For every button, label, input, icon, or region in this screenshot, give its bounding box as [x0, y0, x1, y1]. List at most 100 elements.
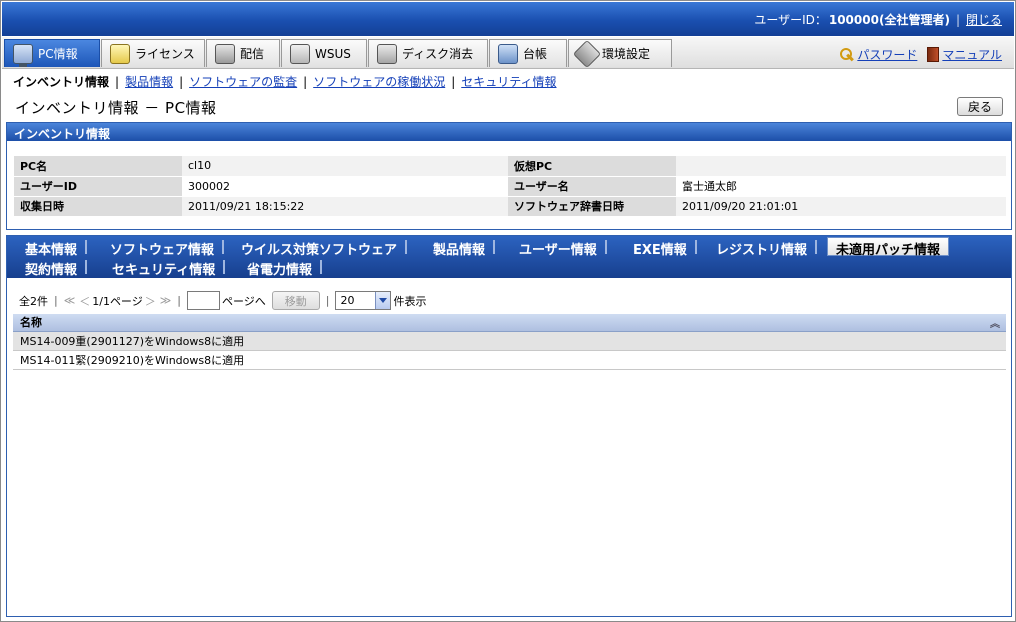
subnav-security-info[interactable]: セキュリティ情報: [461, 73, 556, 90]
separator: |: [54, 294, 58, 307]
per-page-value: 20: [340, 294, 355, 307]
table-row[interactable]: MS14-009重(2901127)をWindows8に適用: [13, 331, 1006, 351]
table-header-row: 名称 ︽: [13, 314, 1006, 332]
tab-divider: [222, 240, 225, 254]
distribution-icon: [215, 43, 235, 64]
menu-right-links: パスワード マニュアル: [840, 46, 1002, 63]
column-header-name[interactable]: 名称 ︽: [13, 314, 1006, 332]
tab-divider: [85, 240, 88, 254]
back-button[interactable]: 戻る: [957, 97, 1003, 116]
goto-page-input[interactable]: [186, 291, 220, 310]
main-menu-bar: PC情報 ライセンス 配信 WSUS ディスク消去 台帳 環境設定 パスワード: [2, 37, 1014, 69]
tab-software-info[interactable]: ソフトウェア情報: [102, 238, 225, 258]
tab-basic-info[interactable]: 基本情報: [17, 238, 88, 258]
user-id-label: ユーザーID：: [754, 13, 827, 27]
menu-tab-license[interactable]: ライセンス: [101, 39, 205, 67]
tab-user-info[interactable]: ユーザー情報: [511, 238, 607, 258]
info-label: ユーザーID: [14, 176, 182, 197]
tab-security-info[interactable]: セキュリティ情報: [104, 258, 226, 278]
application-window: ユーザーID： 100000(全社管理者) | 閉じる PC情報 ライセンス 配…: [0, 0, 1016, 622]
menu-tab-distribution[interactable]: 配信: [206, 39, 280, 67]
sub-navigation: インベントリ情報 | 製品情報 | ソフトウェアの監査 | ソフトウェアの稼働状…: [13, 73, 557, 90]
info-label: ソフトウェア辞書日時: [508, 196, 676, 217]
separator: |: [115, 74, 120, 89]
subnav-software-usage[interactable]: ソフトウェアの稼働状況: [313, 73, 445, 90]
tab-divider: [320, 260, 323, 274]
tab-divider: [815, 240, 818, 254]
tab-label: 基本情報: [25, 243, 78, 258]
info-value: 2011/09/21 18:15:22: [182, 196, 508, 217]
prev-page-icon[interactable]: ＜: [79, 293, 90, 309]
per-page-select[interactable]: 20: [335, 291, 392, 310]
menu-tab-label: ディスク消去: [402, 47, 474, 61]
menu-tab-label: 環境設定: [602, 47, 651, 61]
close-link[interactable]: 閉じる: [966, 11, 1002, 28]
table-row[interactable]: MS14-011緊(2909210)をWindows8に適用: [13, 350, 1006, 370]
tab-power-saving-info[interactable]: 省電力情報: [239, 258, 323, 278]
menu-tab-label: 配信: [240, 47, 265, 61]
separator: |: [955, 12, 960, 27]
info-label: ユーザー名: [508, 176, 676, 197]
menu-tab-disk-erase[interactable]: ディスク消去: [368, 39, 488, 67]
subnav-current: インベントリ情報: [13, 75, 110, 89]
info-label: 収集日時: [14, 196, 182, 217]
info-row: ユーザーID 300002 ユーザー名 富士通太郎: [14, 176, 1006, 197]
separator: |: [451, 74, 456, 89]
menu-tab-label: WSUS: [315, 46, 351, 61]
menu-tab-label: ライセンス: [135, 47, 195, 61]
tab-product-info[interactable]: 製品情報: [425, 238, 496, 258]
manual-link[interactable]: マニュアル: [942, 46, 1002, 63]
inventory-panel-header: インベントリ情報: [7, 123, 1011, 141]
tab-label: 契約情報: [25, 263, 78, 278]
tab-unapplied-patch-info[interactable]: 未適用パッチ情報: [827, 237, 950, 258]
separator: |: [177, 294, 181, 307]
separator: |: [179, 74, 184, 89]
menu-tab-settings[interactable]: 環境設定: [568, 39, 672, 68]
pc-icon: [13, 43, 33, 67]
patch-name-cell: MS14-011緊(2909210)をWindows8に適用: [13, 350, 1006, 370]
ledger-icon: [498, 43, 518, 64]
password-link[interactable]: パスワード: [857, 46, 917, 63]
menu-tab-wsus[interactable]: WSUS: [281, 39, 367, 67]
subnav-product-info[interactable]: 製品情報: [125, 73, 173, 90]
tab-label: EXE情報: [633, 243, 687, 258]
menu-tab-ledger[interactable]: 台帳: [489, 39, 567, 67]
user-id-value: 100000(全社管理者): [828, 13, 950, 27]
top-bar: ユーザーID： 100000(全社管理者) | 閉じる: [2, 2, 1014, 36]
detail-panel: 基本情報 ソフトウェア情報 ウイルス対策ソフトウェア 製品情報 ユーザー情報 E…: [6, 235, 1012, 617]
tab-exe-info[interactable]: EXE情報: [625, 238, 697, 258]
disk-erase-icon: [377, 43, 397, 64]
page-title: インベントリ情報 － PC情報: [15, 99, 217, 117]
info-row: PC名 cl10 仮想PC: [14, 156, 1006, 177]
manual-book-icon: [927, 47, 940, 62]
info-value: 富士通太郎: [676, 176, 1006, 197]
tab-label: セキュリティ情報: [112, 263, 216, 278]
tab-registry-info[interactable]: レジストリ情報: [708, 238, 818, 258]
detail-tab-strip: 基本情報 ソフトウェア情報 ウイルス対策ソフトウェア 製品情報 ユーザー情報 E…: [7, 236, 1011, 278]
goto-page-suffix: ページへ: [221, 294, 266, 308]
user-info: ユーザーID： 100000(全社管理者) | 閉じる: [754, 11, 1002, 28]
info-value: [676, 156, 1006, 177]
move-button[interactable]: 移動: [271, 291, 320, 310]
info-value: 300002: [182, 176, 508, 197]
column-header-label: 名称: [20, 316, 42, 330]
tab-antivirus-software[interactable]: ウイルス対策ソフトウェア: [233, 238, 408, 258]
settings-tools-icon: [572, 39, 602, 68]
tab-contract-info[interactable]: 契約情報: [17, 258, 88, 278]
double-chevron-up-icon[interactable]: ︽: [990, 315, 1000, 330]
inventory-info-table: PC名 cl10 仮想PC ユーザーID 300002 ユーザー名 富士通太郎 …: [14, 156, 1006, 217]
tab-label: 製品情報: [433, 243, 486, 258]
tab-label: レジストリ情報: [716, 243, 808, 258]
last-page-icon[interactable]: ≫: [160, 294, 172, 307]
info-value: cl10: [182, 156, 508, 177]
next-page-icon[interactable]: ＞: [145, 293, 156, 309]
first-page-icon[interactable]: ≪: [64, 294, 76, 307]
patch-table: 名称 ︽ MS14-009重(2901127)をWindows8に適用 MS14…: [13, 314, 1006, 370]
subnav-software-audit[interactable]: ソフトウェアの監査: [189, 73, 297, 90]
chevron-down-icon[interactable]: [375, 292, 391, 309]
tab-divider: [694, 240, 697, 254]
menu-tab-pc-info[interactable]: PC情報: [4, 39, 100, 67]
tab-label: ソフトウェア情報: [110, 243, 215, 258]
separator: |: [303, 74, 308, 89]
tab-label: 未適用パッチ情報: [836, 243, 941, 258]
